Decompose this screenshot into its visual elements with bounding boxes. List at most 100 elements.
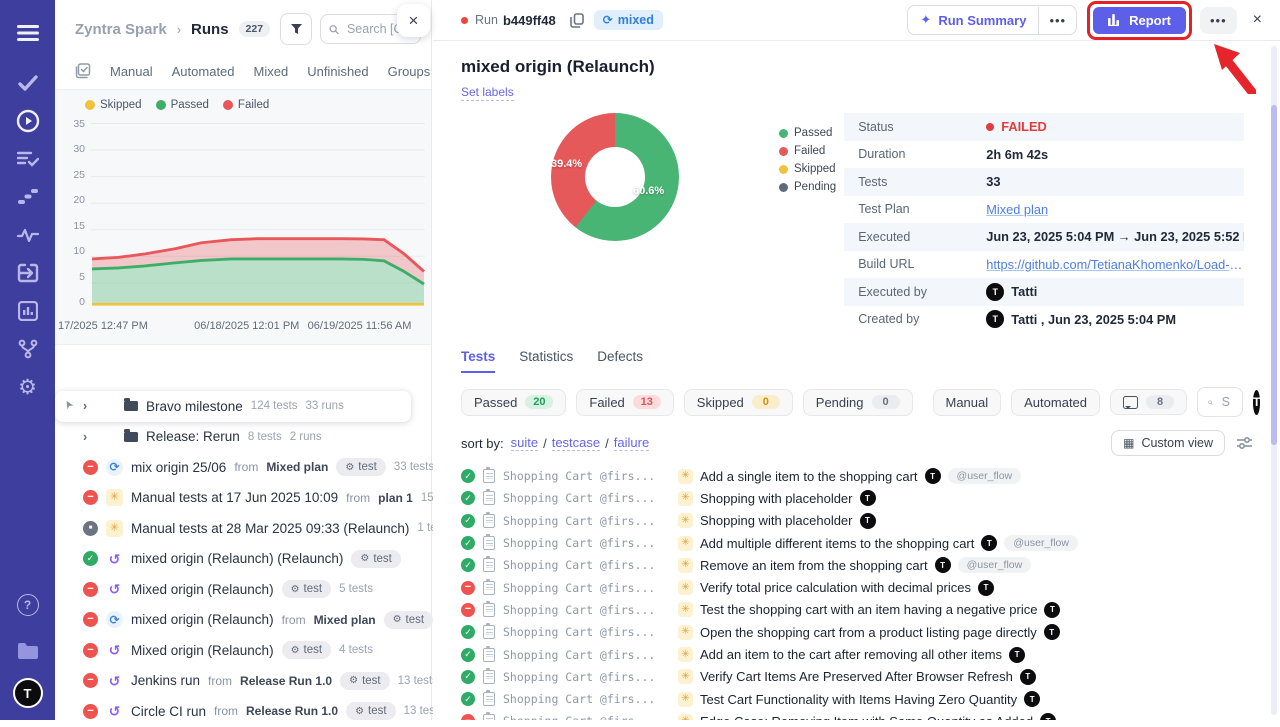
projects-folder-icon[interactable] [9, 632, 47, 670]
legend-label: Failed [794, 145, 825, 157]
clipboard-icon [483, 536, 495, 550]
user-avatar[interactable]: T [13, 678, 43, 708]
run-status-icon: − [83, 704, 98, 719]
y-tick-label: 25 [73, 169, 85, 181]
clipboard-icon [483, 469, 495, 483]
detail-tab[interactable]: Defects [597, 349, 643, 373]
runs-filter-tabs: Manual Automated Mixed Unfinished Groups [55, 45, 431, 89]
test-row[interactable]: ✓ Shopping Cart @firs... ✳ Shopping with… [461, 510, 1252, 532]
list-check-icon[interactable] [9, 140, 47, 178]
legend-item: Skipped [85, 99, 142, 111]
bar-chart-icon[interactable] [9, 292, 47, 330]
import-icon[interactable] [9, 254, 47, 292]
sort-testcase-link[interactable]: testcase [552, 435, 600, 451]
test-row[interactable]: ✓ Shopping Cart @firs... ✳ Verify Cart I… [461, 666, 1252, 688]
trend-grid [91, 123, 425, 309]
status-filter-chip[interactable]: Failed 13 [576, 389, 673, 416]
status-filter-chip[interactable]: Passed 20 [461, 389, 566, 416]
test-row[interactable]: ✓ Shopping Cart @firs... ✳ Add an item t… [461, 643, 1252, 665]
test-row[interactable]: ✓ Shopping Cart @firs... ✳ Test Cart Fun… [461, 688, 1252, 710]
folder-icon [124, 401, 138, 411]
type-filter-chip[interactable]: Manual [933, 389, 1002, 416]
steps-icon[interactable] [9, 178, 47, 216]
breadcrumb-project[interactable]: Zyntra Spark [75, 21, 167, 38]
sliders-icon[interactable] [1237, 436, 1252, 450]
run-list-item[interactable]: ➤ − ⟳ mixed origin (Relaunch) from Mixed… [55, 605, 431, 636]
donut-legend-item: Skipped [779, 163, 836, 175]
status-filter-chip[interactable]: Skipped 0 [684, 389, 793, 416]
scrollbar-thumb[interactable] [1271, 105, 1277, 445]
test-status-icon: ✓ [461, 536, 475, 550]
settings-gear-icon[interactable]: ⚙ [9, 368, 47, 406]
run-status-icon: − [83, 460, 98, 475]
detail-value: Jun 23, 2025 5:04 PM → Jun 23, 2025 5:52… [986, 229, 1244, 244]
copy-icon[interactable] [570, 13, 584, 28]
test-row[interactable]: ✓ Shopping Cart @firs... ✳ Open the shop… [461, 621, 1252, 643]
branch-icon[interactable] [9, 330, 47, 368]
run-name: Bravo milestone [146, 399, 243, 414]
clipboard-icon [483, 648, 495, 662]
run-list-item[interactable]: ➤ − ⟳ mix origin 25/06 from Mixed plan ⚙… [55, 452, 431, 483]
comments-filter-chip[interactable]: 8 [1110, 389, 1187, 415]
run-from-plan: Mixed plan [266, 460, 328, 474]
detail-label: Created by [844, 312, 986, 326]
chip-count-badge: 0 [752, 395, 780, 409]
run-list-item[interactable]: ➤ ■ ✳ Manual tests at 28 Mar 2025 09:33 … [55, 513, 431, 544]
custom-view-button[interactable]: ▦ Custom view [1111, 430, 1225, 456]
activity-icon[interactable] [9, 216, 47, 254]
gear-icon: ⚙ [291, 584, 300, 595]
detail-close-button[interactable]: × [1249, 11, 1266, 29]
help-icon[interactable]: ? [9, 586, 47, 624]
status-filter-chip[interactable]: Pending 0 [803, 389, 913, 416]
tests-search-input[interactable] [1220, 394, 1232, 410]
report-button[interactable]: Report [1093, 7, 1186, 34]
more-actions-button[interactable]: ••• [1200, 7, 1237, 34]
test-status-icon: ✓ [461, 491, 475, 505]
play-circle-icon[interactable] [9, 102, 47, 140]
assignee-avatar: T [981, 535, 997, 551]
test-title: Shopping with placeholder [700, 513, 853, 528]
run-list-item[interactable]: ➤ › Bravo milestone ⚙ 124 tests 33 runs [55, 391, 411, 422]
run-list-item[interactable]: ➤ › Release: Rerun ⚙ 8 tests 2 runs [55, 422, 431, 453]
test-row[interactable]: ✓ Shopping Cart @firs... ✳ Add multiple … [461, 532, 1252, 554]
select-all-icon[interactable] [75, 63, 91, 79]
runs-tab[interactable]: Mixed [254, 64, 289, 79]
run-summary-more-button[interactable]: ••• [1038, 7, 1076, 34]
filter-button[interactable] [280, 13, 312, 45]
runs-tab[interactable]: Groups [388, 64, 431, 79]
assignee-avatar[interactable]: T [1253, 390, 1260, 415]
detail-tab[interactable]: Tests [461, 349, 495, 373]
run-list-item[interactable]: ➤ − ✳ Manual tests at 17 Jun 2025 10:09 … [55, 483, 431, 514]
run-list-item[interactable]: ➤ − ↺ Jenkins run from Release Run 1.0 ⚙… [55, 666, 431, 697]
chevron-right-icon[interactable]: › [83, 430, 91, 444]
chevron-right-icon[interactable]: › [83, 399, 91, 413]
assignee-avatar: T [1024, 691, 1040, 707]
test-row[interactable]: ✓ Shopping Cart @firs... ✳ Shopping with… [461, 487, 1252, 509]
runs-panel-close-button[interactable]: × [397, 4, 430, 37]
sort-suite-link[interactable]: suite [511, 435, 538, 451]
runs-tab[interactable]: Automated [172, 64, 235, 79]
check-icon[interactable] [9, 64, 47, 102]
test-row[interactable]: ✓ Shopping Cart @firs... ✳ Add a single … [461, 465, 1252, 487]
runs-tab[interactable]: Unfinished [307, 64, 368, 79]
test-row[interactable]: − Shopping Cart @firs... ✳ Verify total … [461, 576, 1252, 598]
test-row[interactable]: − Shopping Cart @firs... ✳ Test the shop… [461, 599, 1252, 621]
menu-icon[interactable] [9, 14, 47, 52]
run-status-dot [461, 17, 468, 24]
x-tick-label: 06/19/2025 11:56 AM [308, 320, 412, 332]
test-row[interactable]: ✓ Shopping Cart @firs... ✳ Remove an ite… [461, 554, 1252, 576]
run-list-item[interactable]: ➤ − ↺ Circle CI run from Release Run 1.0… [55, 696, 431, 727]
runs-tab[interactable]: Manual [110, 64, 153, 79]
run-list-item[interactable]: ➤ − ↺ Mixed origin (Relaunch) ⚙test 4 te… [55, 635, 431, 666]
run-summary-button[interactable]: ✦ Run Summary [908, 6, 1038, 34]
test-row[interactable]: − Shopping Cart @firs... ✳ Edge Case: Re… [461, 710, 1252, 720]
run-list-item[interactable]: ➤ ✓ ↺ mixed origin (Relaunch) (Relaunch)… [55, 544, 431, 575]
detail-tab[interactable]: Statistics [519, 349, 573, 373]
run-name: Release: Rerun [146, 429, 240, 444]
folder-icon [124, 432, 138, 442]
tests-search[interactable] [1197, 387, 1243, 417]
sort-failure-link[interactable]: failure [614, 435, 649, 451]
run-list-item[interactable]: ➤ − ↺ Mixed origin (Relaunch) ⚙test 5 te… [55, 574, 431, 605]
type-filter-chip[interactable]: Automated [1011, 389, 1100, 416]
set-labels-link[interactable]: Set labels [461, 85, 514, 101]
